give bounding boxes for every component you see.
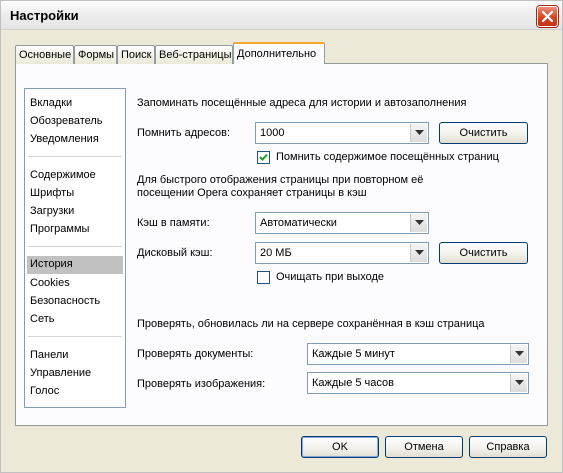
combo-value: Каждые 5 часов	[312, 377, 394, 389]
combo-value: Каждые 5 минут	[312, 348, 395, 360]
sidebar-item-toolbars[interactable]: Панели	[27, 347, 123, 365]
sidebar-item-security[interactable]: Безопасность	[27, 293, 123, 311]
settings-dialog: Настройки Основные Формы Поиск Веб-стран…	[0, 0, 563, 473]
combo-value: 1000	[260, 127, 285, 139]
help-button[interactable]: Справка	[469, 436, 547, 458]
tab-label: Формы	[78, 49, 115, 61]
tab-label: Веб-страницы	[159, 49, 232, 61]
tab-general[interactable]: Основные	[15, 45, 74, 64]
tab-advanced[interactable]: Дополнительно	[233, 42, 325, 64]
dropdown-button[interactable]	[410, 214, 427, 232]
tab-search[interactable]: Поиск	[117, 45, 155, 64]
check-heading: Проверять, обновилась ли на сервере сохр…	[137, 318, 485, 330]
tab-label: Основные	[19, 49, 72, 61]
dropdown-button[interactable]	[410, 244, 427, 262]
check-icon	[259, 153, 268, 161]
dropdown-button[interactable]	[510, 345, 527, 363]
chevron-down-icon	[515, 380, 524, 385]
memory-cache-combo[interactable]: Автоматически	[255, 212, 429, 234]
sidebar-item-shortcuts[interactable]: Управление	[27, 365, 123, 383]
category-list: Вкладки Обозреватель Уведомления Содержи…	[24, 88, 126, 408]
clear-on-exit-checkbox[interactable]	[257, 271, 270, 284]
sidebar-item-browsing[interactable]: Обозреватель	[27, 113, 123, 131]
tab-forms[interactable]: Формы	[74, 45, 117, 64]
tab-label: Поиск	[121, 49, 152, 61]
list-divider	[28, 246, 122, 247]
check-documents-label: Проверять документы:	[137, 348, 254, 360]
sidebar-item-history[interactable]: История	[27, 256, 123, 274]
sidebar-item-tabs[interactable]: Вкладки	[27, 95, 123, 113]
dropdown-button[interactable]	[410, 124, 427, 142]
tab-web-pages[interactable]: Веб-страницы	[155, 45, 233, 64]
sidebar-item-notifications[interactable]: Уведомления	[27, 131, 123, 149]
list-divider	[28, 336, 122, 337]
chevron-down-icon	[515, 351, 524, 356]
close-button[interactable]	[537, 6, 558, 27]
window-title: Настройки	[10, 8, 79, 23]
remember-addresses-combo[interactable]: 1000	[255, 122, 429, 144]
clear-history-button[interactable]: Очистить	[439, 122, 528, 144]
close-icon	[542, 11, 553, 22]
memory-cache-label: Кэш в памяти:	[137, 217, 210, 229]
cache-info-line1: Для быстрого отображения страницы при по…	[137, 174, 424, 186]
sidebar-item-cookies[interactable]: Cookies	[27, 275, 123, 293]
history-heading: Запоминать посещённые адреса для истории…	[137, 97, 467, 109]
sidebar-item-content[interactable]: Содержимое	[27, 167, 123, 185]
combo-value: Автоматически	[260, 217, 337, 229]
dropdown-button[interactable]	[510, 374, 527, 392]
cancel-button[interactable]: Отмена	[385, 436, 463, 458]
list-divider	[28, 156, 122, 157]
check-images-combo[interactable]: Каждые 5 часов	[307, 372, 529, 394]
sidebar-item-fonts[interactable]: Шрифты	[27, 185, 123, 203]
chevron-down-icon	[415, 220, 424, 225]
chevron-down-icon	[415, 130, 424, 135]
clear-on-exit-label: Очищать при выходе	[276, 271, 384, 283]
disk-cache-label: Дисковый кэш:	[137, 247, 213, 259]
chevron-down-icon	[415, 250, 424, 255]
combo-value: 20 МБ	[260, 247, 292, 259]
sidebar-item-voice[interactable]: Голос	[27, 383, 123, 401]
check-images-label: Проверять изображения:	[137, 378, 266, 390]
remember-content-checkbox[interactable]	[257, 151, 270, 164]
ok-button[interactable]: OK	[301, 436, 379, 458]
clear-cache-button[interactable]: Очистить	[439, 242, 528, 264]
sidebar-item-network[interactable]: Сеть	[27, 311, 123, 329]
remember-content-label: Помнить содержимое посещённых страниц	[276, 151, 499, 163]
tab-label: Дополнительно	[237, 48, 317, 60]
remember-addresses-label: Помнить адресов:	[137, 127, 231, 139]
sidebar-item-programs[interactable]: Программы	[27, 221, 123, 239]
check-documents-combo[interactable]: Каждые 5 минут	[307, 343, 529, 365]
cache-info-line2: посещении Opera сохраняет страницы в кэш	[137, 187, 367, 199]
sidebar-item-downloads[interactable]: Загрузки	[27, 203, 123, 221]
disk-cache-combo[interactable]: 20 МБ	[255, 242, 429, 264]
title-bar: Настройки	[1, 1, 562, 30]
